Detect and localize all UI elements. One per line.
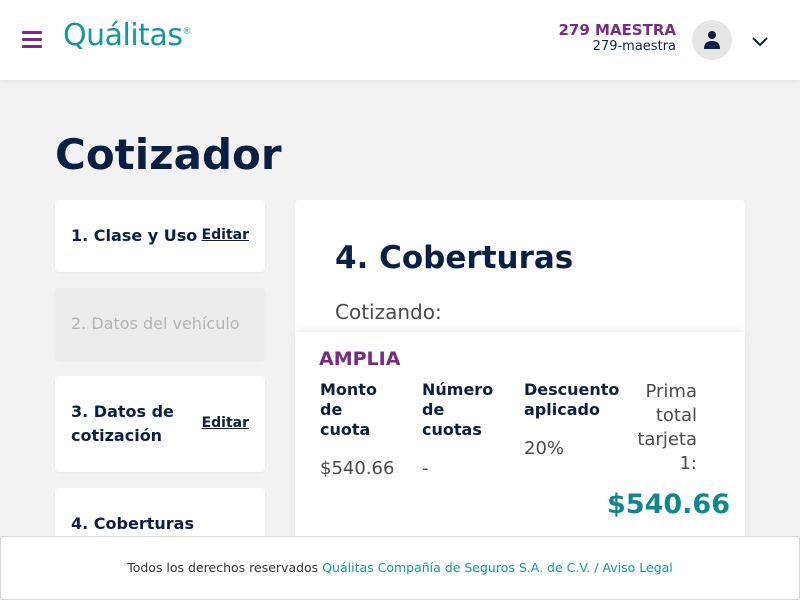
cotizando-label: Cotizando: <box>335 300 442 324</box>
section-title: 4. Coberturas <box>335 240 574 276</box>
quote-summary: AMPLIA Monto de cuota $540.66 Número de … <box>295 332 745 562</box>
monto-value: $540.66 <box>320 458 395 479</box>
cuotas-header: Número de cuotas <box>422 380 494 439</box>
user-id: 279-maestra <box>592 39 676 54</box>
total-value: $540.66 <box>607 489 730 520</box>
step-label: 3. Datos de cotización <box>71 402 174 445</box>
user-info: 279 MAESTRA 279-maestra <box>558 21 676 54</box>
monto-header: Monto de cuota <box>320 380 377 439</box>
footer: Todos los derechos reservados Quálitas C… <box>0 536 800 600</box>
page-title: Cotizador <box>55 130 282 179</box>
avatar[interactable] <box>692 20 732 60</box>
plan-name: AMPLIA <box>319 348 401 370</box>
step-card-datos-cotizacion: 3. Datos de cotización Editar <box>55 376 265 472</box>
step-card-datos-vehiculo: 2. Datos del vehículo <box>55 288 265 360</box>
cuotas-value: - <box>422 458 429 479</box>
logo-text: Quálitas <box>63 18 183 53</box>
step-label: 2. Datos del vehículo <box>71 314 240 333</box>
step-card-clase-uso: 1. Clase y Uso Editar <box>55 200 265 272</box>
user-icon <box>704 31 720 49</box>
company-link[interactable]: Quálitas Compañía de Seguros S.A. de C.V… <box>322 560 590 575</box>
step-label: 4. Coberturas <box>71 514 194 533</box>
total-label: Prima total tarjeta 1: <box>637 381 697 474</box>
footer-separator: / <box>594 560 599 575</box>
hamburger-menu-icon[interactable] <box>22 31 42 49</box>
descuento-value: 20% <box>524 438 565 459</box>
footer-text: Todos los derechos reservados <box>127 560 319 575</box>
qualitas-logo[interactable]: Quálitas® <box>63 18 191 53</box>
step-label: 1. Clase y Uso <box>71 226 198 245</box>
user-display-name: 279 MAESTRA <box>558 21 676 39</box>
chevron-down-icon[interactable] <box>751 32 769 51</box>
aviso-legal-link[interactable]: Aviso Legal <box>602 560 672 575</box>
descuento-header: Descuento aplicado <box>524 380 620 419</box>
edit-datos-cotizacion-button[interactable]: Editar <box>202 415 249 431</box>
registered-mark: ® <box>182 27 191 37</box>
edit-clase-uso-button[interactable]: Editar <box>202 227 249 243</box>
top-header: Quálitas® 279 MAESTRA 279-maestra <box>0 0 800 80</box>
